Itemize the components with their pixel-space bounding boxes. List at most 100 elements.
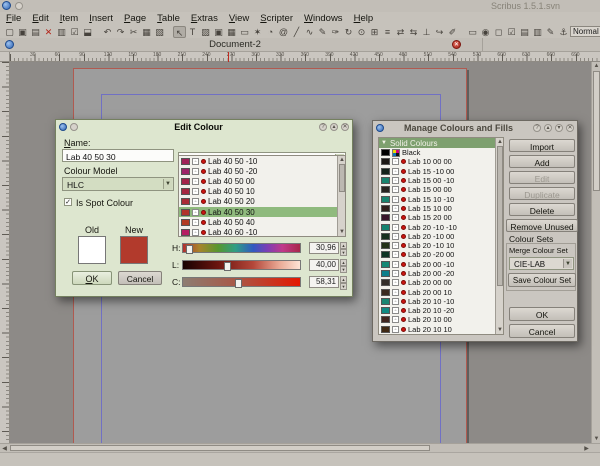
insert-text-frame-icon[interactable]: T [186, 26, 199, 38]
insert-shape-icon[interactable]: ▭ [238, 26, 251, 38]
style-dropdown[interactable]: Normal [570, 26, 600, 37]
scroll-up-icon[interactable]: ▲ [338, 156, 346, 164]
colour-tree-item[interactable]: ▫Lab 20 00 -20 [379, 269, 503, 278]
solid-colours-header[interactable]: ▼ Solid Colours [379, 138, 503, 148]
colour-list-item[interactable]: ▫Lab 40 50 30 [179, 207, 345, 217]
list-scrollbar[interactable]: ▲ ▼ [337, 156, 345, 236]
unlink-text-frames-icon[interactable]: ⇆ [407, 26, 420, 38]
dialog-menu-button[interactable] [70, 123, 78, 131]
colour-list-item[interactable]: ▫Lab 40 50 -20 [179, 166, 345, 176]
scroll-up-icon[interactable]: ▲ [592, 62, 600, 70]
list-scroll-thumb[interactable] [339, 164, 345, 192]
spin-down-icon[interactable]: ▼ [340, 249, 347, 256]
insert-freehand-line-icon[interactable]: ✎ [316, 26, 329, 38]
ok-button[interactable]: OK [72, 271, 112, 285]
colour-list-item[interactable]: ▫Lab 40 50 -10 [179, 156, 345, 166]
colour-tree-item[interactable]: ▫Lab 20 -10 -10 [379, 222, 503, 231]
colour-tree-item[interactable]: ▫Lab 20 10 -10 [379, 297, 503, 306]
rotate-item-icon[interactable]: ↻ [342, 26, 355, 38]
pdf-checkbox-icon[interactable]: ☑ [505, 26, 518, 38]
colour-list-item[interactable]: ▫Lab 40 50 20 [179, 197, 345, 207]
pdf-text-field-icon[interactable]: ◻ [492, 26, 505, 38]
save-as-pdf-icon[interactable]: ⬓ [81, 26, 94, 38]
is-spot-colour-checkbox[interactable]: ✓ [64, 198, 72, 206]
colour-tree-item[interactable]: ▫Lab 20 00 10 [379, 287, 503, 296]
colour-list-item[interactable]: ▫Lab 40 50 10 [179, 187, 345, 197]
solid-colours-list[interactable]: Black▫Lab 10 00 00▫Lab 15 -10 00▫Lab 15 … [379, 148, 503, 334]
vertical-scroll-thumb[interactable] [593, 71, 600, 191]
menu-help[interactable]: Help [354, 13, 374, 24]
print-document-icon[interactable]: ▥ [55, 26, 68, 38]
colour-list-item[interactable]: ▫Lab 40 50 40 [179, 217, 345, 227]
colour-set-select[interactable]: CIE-LAB▼ [509, 257, 574, 270]
colour-model-select[interactable]: HLC▼ [62, 177, 174, 191]
l-value-field[interactable]: 40,00 [309, 259, 339, 271]
pdf-combo-box-icon[interactable]: ▤ [518, 26, 531, 38]
horizontal-ruler[interactable]: 3060901201501802102402703003303603904204… [10, 52, 600, 62]
menu-edit[interactable]: Edit [32, 13, 48, 24]
menu-view[interactable]: View [229, 13, 249, 24]
menu-file[interactable]: File [6, 13, 21, 24]
vertical-ruler[interactable] [0, 62, 10, 443]
colour-tree-item[interactable]: ▫Lab 15 -10 00 [379, 167, 503, 176]
tree-scrollbar[interactable]: ▲ ▼ [495, 138, 503, 334]
shade-button[interactable]: ▴ [544, 124, 552, 132]
colour-tree-item[interactable]: ▫Lab 20 10 -20 [379, 306, 503, 315]
zoom-tool-icon[interactable]: ⊙ [355, 26, 368, 38]
colour-tree-item[interactable]: ▫Lab 15 10 00 [379, 204, 503, 213]
window-menu-button[interactable] [15, 2, 23, 10]
spin-up-icon[interactable]: ▲ [340, 259, 347, 266]
spin-down-icon[interactable]: ▼ [340, 266, 347, 273]
eye-dropper-icon[interactable]: ✐ [446, 26, 459, 38]
l-slider[interactable] [182, 260, 301, 270]
scroll-up-icon[interactable]: ▲ [496, 138, 504, 146]
menu-page[interactable]: Page [124, 13, 146, 24]
h-value-field[interactable]: 30,96 [309, 242, 339, 254]
menu-table[interactable]: Table [157, 13, 180, 24]
h-slider[interactable] [182, 243, 301, 253]
scroll-down-icon[interactable]: ▼ [338, 228, 346, 236]
vertical-scrollbar[interactable]: ▲ ▼ [591, 62, 600, 443]
cancel-button[interactable]: Cancel [118, 271, 162, 285]
colour-tree-item[interactable]: ▫Lab 15 00 -10 [379, 176, 503, 185]
insert-line-icon[interactable]: ╱ [290, 26, 303, 38]
c-spinner[interactable]: ▲▼ [340, 276, 347, 287]
scroll-down-icon[interactable]: ▼ [496, 326, 504, 334]
menu-scripter[interactable]: Scripter [260, 13, 293, 24]
pdf-push-button-icon[interactable]: ▭ [466, 26, 479, 38]
spin-up-icon[interactable]: ▲ [340, 242, 347, 249]
new-document-icon[interactable]: ▢ [3, 26, 16, 38]
l-slider-handle[interactable] [224, 262, 231, 271]
colour-list[interactable]: ▫Lab 40 50 -10▫Lab 40 50 -20▫Lab 40 50 0… [178, 155, 346, 237]
insert-spiral-icon[interactable]: @ [277, 26, 290, 38]
measurements-icon[interactable]: ⊥ [420, 26, 433, 38]
insert-arc-icon[interactable]: ◔ [264, 26, 277, 38]
select-item-icon[interactable]: ↖ [173, 26, 186, 38]
colour-tree[interactable]: ▼ Solid Colours Black▫Lab 10 00 00▫Lab 1… [378, 137, 504, 335]
insert-render-frame-icon[interactable]: ▣ [212, 26, 225, 38]
spin-up-icon[interactable]: ▲ [340, 276, 347, 283]
delete-button[interactable]: Delete [509, 203, 575, 216]
insert-polygon-icon[interactable]: ✶ [251, 26, 264, 38]
manage-colours-titlebar[interactable]: Manage Colours and Fills ? ▴ ▾ ✕ [373, 121, 577, 135]
link-text-frames-icon[interactable]: ⇄ [394, 26, 407, 38]
ok-button[interactable]: OK [509, 307, 575, 321]
remove-unused-button[interactable]: Remove Unused [506, 219, 578, 232]
colour-tree-item[interactable]: ▫Lab 15 20 00 [379, 213, 503, 222]
close-button[interactable]: ✕ [566, 124, 574, 132]
shade-button[interactable]: ▴ [330, 123, 338, 131]
redo-icon[interactable]: ↷ [114, 26, 127, 38]
c-value-field[interactable]: 58,31 [309, 276, 339, 288]
colour-tree-item[interactable]: ▫Lab 20 10 10 [379, 325, 503, 334]
import-button[interactable]: Import [509, 139, 575, 152]
undo-icon[interactable]: ↶ [101, 26, 114, 38]
colour-tree-item[interactable]: ▫Lab 20 10 00 [379, 315, 503, 324]
edit-colour-titlebar[interactable]: Edit Colour ? ▴ ✕ [56, 120, 352, 134]
colour-tree-item[interactable]: ▫Lab 20 -10 00 [379, 232, 503, 241]
save-colour-set-button[interactable]: Save Colour Set [508, 273, 576, 287]
colour-tree-item[interactable]: ▫Lab 20 -10 10 [379, 241, 503, 250]
menu-extras[interactable]: Extras [191, 13, 218, 24]
colour-list-item[interactable]: ▫Lab 40 50 00 [179, 176, 345, 186]
document-close-icon[interactable]: ✕ [452, 40, 461, 49]
colour-tree-item[interactable]: ▫Lab 15 10 -10 [379, 194, 503, 203]
